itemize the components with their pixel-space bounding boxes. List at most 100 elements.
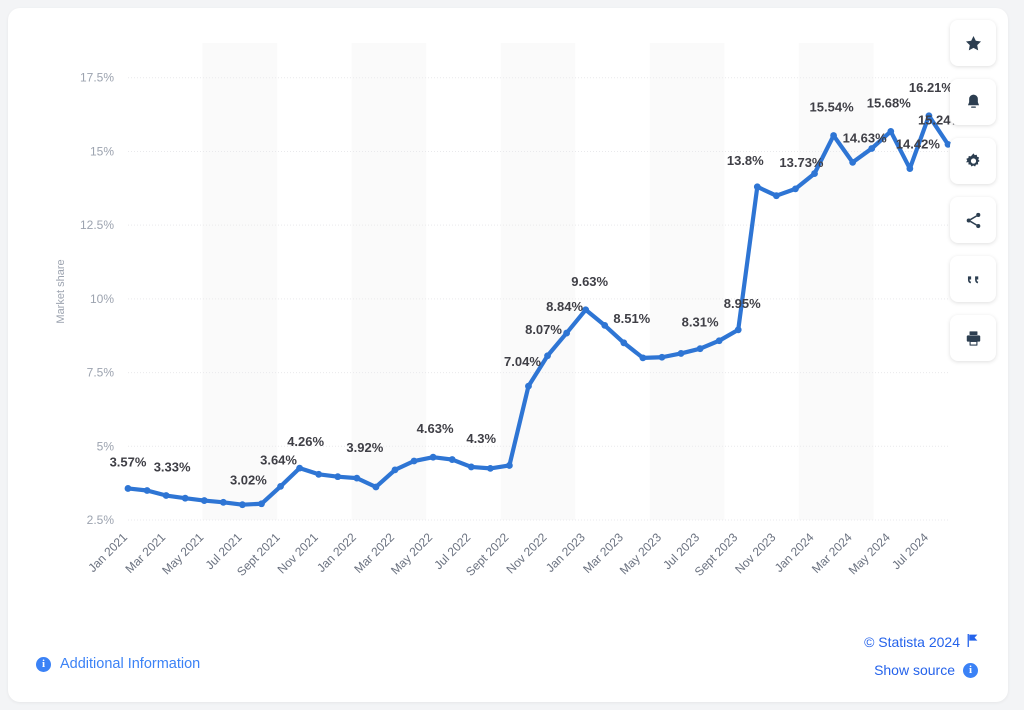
copyright-label: © Statista 2024 (864, 634, 960, 650)
data-point[interactable] (677, 350, 685, 357)
print-icon (964, 329, 983, 348)
data-point-label: 3.02% (230, 473, 267, 488)
data-point[interactable] (448, 456, 456, 463)
cite-button[interactable] (950, 256, 996, 302)
data-point[interactable] (563, 329, 571, 337)
notify-button[interactable] (950, 79, 996, 125)
data-point[interactable] (772, 192, 780, 200)
y-tick-label: 17.5% (80, 71, 114, 85)
plot-band (798, 43, 874, 520)
data-point[interactable] (811, 170, 818, 177)
data-point[interactable] (181, 494, 189, 502)
y-tick-label: 10% (90, 292, 114, 306)
data-point[interactable] (505, 462, 513, 469)
data-point[interactable] (353, 474, 361, 482)
screenshot-root: 2.5% 5% 7.5% 10% 12.5% 15% 17.5% Market share Ja… (0, 0, 1024, 710)
data-point[interactable] (429, 453, 437, 461)
data-point-label: 7.04% (504, 354, 541, 369)
data-point[interactable] (734, 326, 742, 334)
copyright-link[interactable]: © Statista 2024 (864, 634, 978, 650)
data-point[interactable] (582, 306, 590, 314)
info-icon-source: i (963, 662, 978, 678)
data-point[interactable] (544, 352, 551, 360)
side-toolbar (950, 20, 996, 361)
data-point[interactable] (315, 470, 323, 478)
data-point[interactable] (525, 382, 532, 390)
settings-button[interactable] (950, 138, 996, 184)
data-point[interactable] (887, 128, 895, 135)
chart-card: 2.5% 5% 7.5% 10% 12.5% 15% 17.5% Market share Ja… (8, 8, 1008, 702)
info-icon: i (36, 656, 51, 672)
data-point[interactable] (277, 482, 284, 490)
footer-right-group: © Statista 2024 Show source i (864, 634, 978, 678)
data-point[interactable] (410, 457, 418, 465)
data-point-label: 3.92% (346, 440, 383, 455)
data-point-label: 8.84% (546, 299, 583, 314)
line-chart[interactable]: 2.5% 5% 7.5% 10% 12.5% 15% 17.5% Market share Ja… (8, 8, 1008, 608)
data-point[interactable] (162, 492, 170, 499)
x-tick-labels: Jan 2021Mar 2021May 2021Jul 2021Sept 202… (85, 530, 931, 579)
data-point-label: 9.63% (571, 274, 608, 289)
show-source-link[interactable]: Show source i (864, 662, 978, 678)
y-tick-label: 15% (90, 144, 114, 158)
star-icon (964, 34, 983, 53)
additional-information-label: Additional Information (60, 656, 201, 672)
bell-icon (964, 93, 983, 112)
y-tick-label: 7.5% (87, 366, 115, 380)
data-point-label: 3.33% (154, 460, 191, 475)
plot-band (202, 43, 278, 520)
data-point-label: 14.42% (896, 137, 941, 152)
data-point-label: 8.51% (613, 311, 650, 326)
data-point[interactable] (143, 487, 151, 494)
data-point-label: 13.73% (779, 155, 824, 170)
gear-icon (964, 152, 983, 171)
x-tick-label: Jul 2024 (889, 530, 931, 572)
quote-icon (964, 270, 983, 289)
data-point[interactable] (715, 337, 723, 345)
data-point-label: 14.63% (843, 130, 888, 145)
data-point[interactable] (467, 463, 475, 471)
print-button[interactable] (950, 315, 996, 361)
data-point[interactable] (372, 483, 380, 491)
data-point-label: 16.21% (909, 80, 954, 95)
data-point[interactable] (258, 500, 265, 508)
y-tick-label: 12.5% (80, 218, 114, 232)
chart-area: 2.5% 5% 7.5% 10% 12.5% 15% 17.5% Market share Ja… (8, 8, 1008, 608)
data-point-label: 13.8% (727, 153, 764, 168)
data-point[interactable] (830, 132, 837, 139)
data-point[interactable] (296, 464, 304, 472)
x-tick-label: May 2021 (159, 530, 206, 577)
data-point[interactable] (658, 353, 666, 361)
data-point[interactable] (124, 485, 132, 492)
data-point-label: 4.26% (287, 434, 324, 449)
data-point-label: 4.63% (417, 421, 454, 436)
data-point[interactable] (906, 165, 914, 172)
data-point[interactable] (200, 497, 208, 504)
data-point-label: 8.07% (525, 322, 562, 337)
share-button[interactable] (950, 197, 996, 243)
data-point[interactable] (601, 322, 609, 329)
data-point[interactable] (696, 345, 704, 353)
data-point[interactable] (239, 501, 246, 509)
x-tick-label: May 2023 (617, 530, 664, 577)
x-tick-label: Nov 2023 (732, 530, 778, 576)
additional-information-link[interactable]: i Additional Information (36, 656, 200, 672)
show-source-label: Show source (874, 662, 955, 678)
data-point[interactable] (219, 498, 227, 506)
x-tick-label: May 2022 (388, 530, 435, 577)
data-point[interactable] (639, 354, 647, 362)
x-tick-label: May 2024 (846, 530, 893, 577)
data-point[interactable] (486, 465, 494, 472)
data-point[interactable] (849, 158, 857, 166)
data-point[interactable] (792, 185, 799, 193)
data-point-label: 8.31% (682, 315, 719, 330)
flag-icon (967, 634, 978, 650)
data-point-label: 15.68% (867, 95, 912, 110)
favorite-button[interactable] (950, 20, 996, 66)
card-footer: i Additional Information © Statista 2024… (8, 610, 1008, 702)
data-point[interactable] (620, 339, 628, 347)
data-point[interactable] (753, 183, 761, 191)
data-point[interactable] (391, 466, 399, 474)
data-point[interactable] (868, 145, 876, 152)
data-point[interactable] (334, 473, 342, 481)
